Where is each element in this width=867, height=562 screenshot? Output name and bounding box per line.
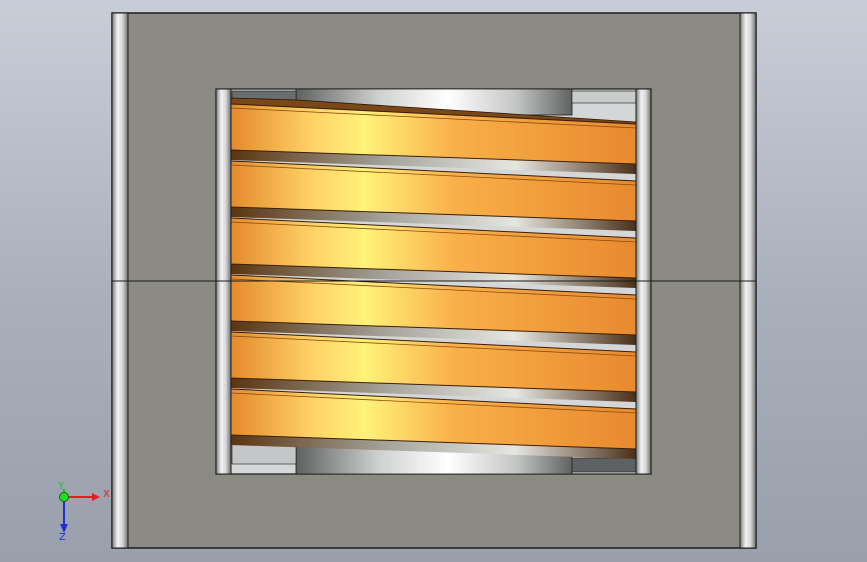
triad-y-label: Y	[57, 481, 65, 492]
triad-z-label: Z	[59, 532, 66, 543]
graphics-viewport[interactable]: X Y Z	[0, 0, 867, 562]
reference-triad[interactable]: X Y Z	[57, 481, 110, 543]
model-view[interactable]: X Y Z	[0, 0, 867, 562]
triad-origin	[59, 492, 69, 502]
bobbin-pin-bottom-right[interactable]	[571, 457, 637, 473]
bobbin-pin-top-right[interactable]	[571, 90, 637, 104]
triad-x-arrow	[92, 493, 100, 501]
triad-x-label: X	[103, 489, 110, 500]
